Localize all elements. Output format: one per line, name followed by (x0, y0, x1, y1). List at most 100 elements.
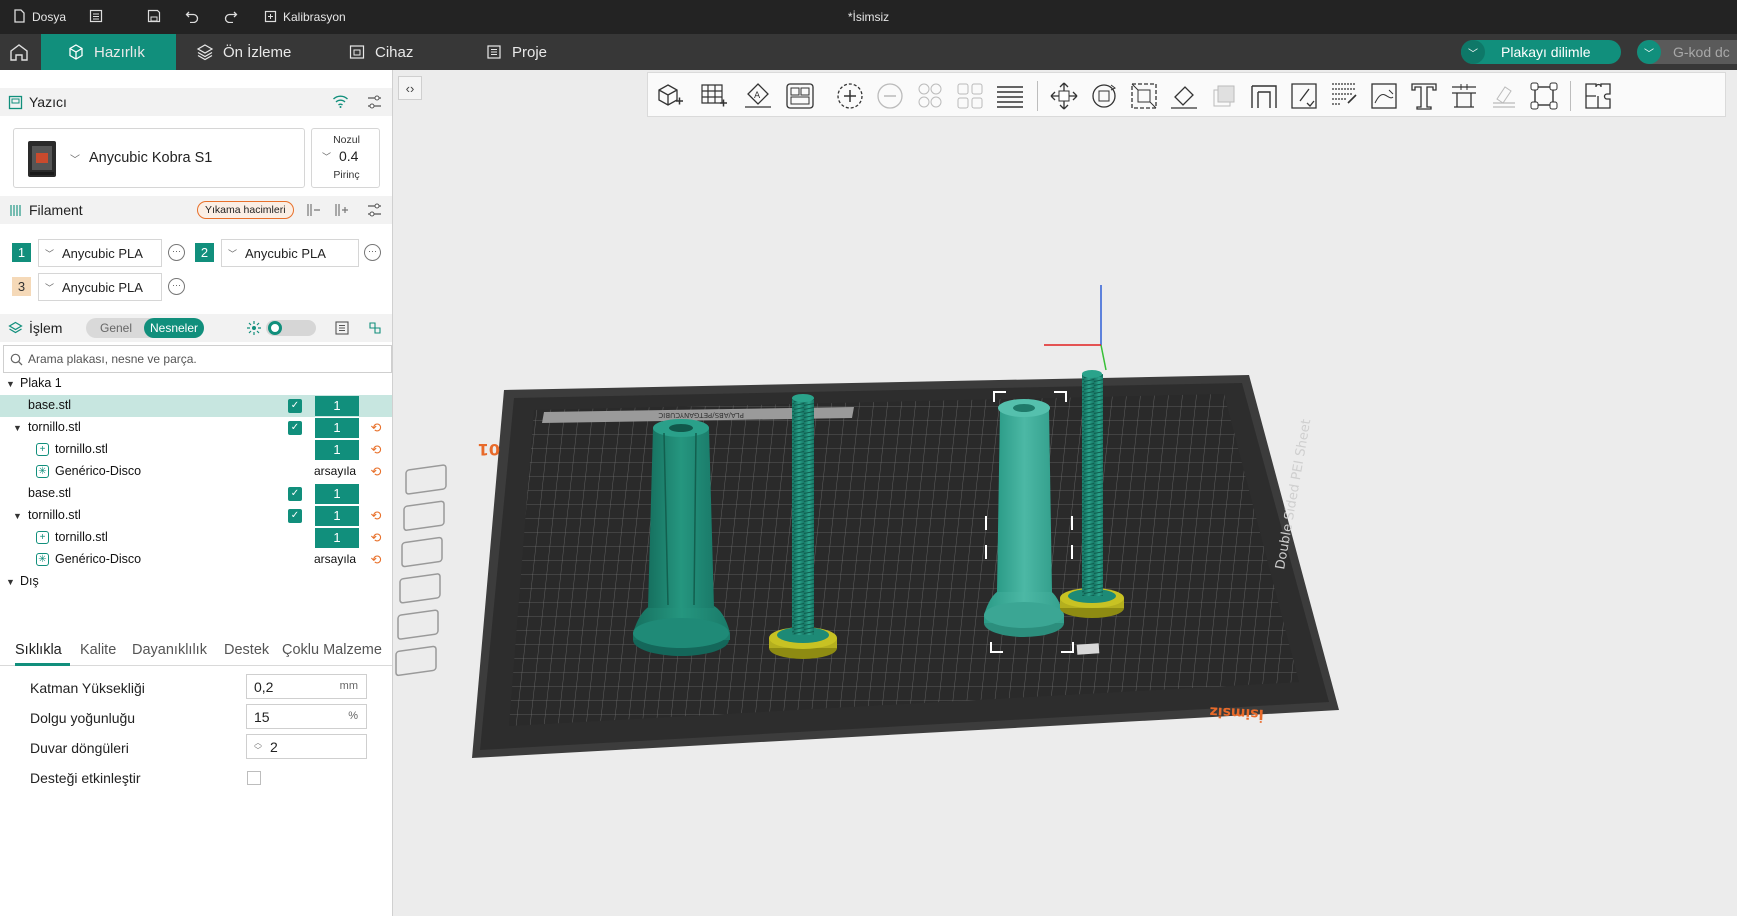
advanced-toggle[interactable] (266, 320, 316, 336)
home-icon (10, 44, 28, 61)
tree-outside-row[interactable]: ▼ Dış (0, 571, 392, 593)
tab-bar: Hazırlık Ön İzleme Cihaz Proje ﹀ Plakayı… (0, 34, 1737, 70)
filament-selector-3[interactable]: ﹀ Anycubic PLA (38, 273, 162, 301)
y-axis (1100, 344, 1107, 371)
filament-slot-number: 2 (195, 243, 214, 262)
3d-viewport[interactable]: ‹› A ANYCUBIC PLA/ABS/PETG 01 Double Sid… (394, 70, 1737, 916)
filament-selector-1[interactable]: ﹀ Anycubic PLA (38, 239, 162, 267)
tab-preview[interactable]: Ön İzleme (196, 34, 291, 70)
expand-arrow-icon[interactable]: ▼ (13, 511, 22, 521)
visibility-checkbox[interactable]: ✓ (288, 487, 302, 501)
process-section-title: İşlem (29, 320, 63, 336)
active-tab-indicator (15, 663, 70, 666)
tab-strength[interactable]: Dayanıklılık (132, 642, 207, 658)
menu-icon (89, 9, 103, 25)
visibility-checkbox[interactable]: ✓ (288, 421, 302, 435)
tree-row[interactable]: base.stl ✓ 1 (0, 395, 392, 417)
list-view-icon[interactable] (334, 320, 350, 336)
more-options-icon[interactable]: ··· (168, 244, 185, 261)
tree-plate-row[interactable]: ▼ Plaka 1 (0, 373, 392, 395)
infill-density-input[interactable]: 15 % (246, 704, 367, 729)
nozzle-selector[interactable]: Nozul ﹀ 0.4 Pirinç (311, 128, 380, 188)
extruder-badge[interactable]: 1 (315, 418, 359, 438)
tree-row[interactable]: ✳ Genérico-Disco arsayıla ⟲ (0, 549, 392, 571)
more-options-icon[interactable]: ··· (364, 244, 381, 261)
tab-project-label: Proje (512, 43, 548, 61)
chevron-down-icon[interactable]: ﹀ (1461, 40, 1485, 64)
tab-preview-label: Ön İzleme (223, 43, 292, 61)
extruder-badge[interactable]: 1 (315, 440, 359, 460)
tab-project[interactable]: Proje (485, 34, 547, 70)
tab-support[interactable]: Destek (224, 642, 269, 658)
part-icon: + (36, 443, 49, 456)
enable-support-checkbox[interactable] (247, 771, 261, 785)
home-button[interactable] (8, 42, 30, 62)
wifi-icon[interactable] (332, 94, 349, 109)
add-filament-icon[interactable] (334, 202, 350, 218)
reset-icon[interactable]: ⟲ (368, 552, 384, 568)
tree-row[interactable]: + tornillo.stl 1 ⟲ (0, 439, 392, 461)
printer-selector[interactable]: ﹀ Anycubic Kobra S1 (13, 128, 305, 188)
export-gcode-label: G-kod dc (1673, 44, 1730, 60)
mode-objects[interactable]: Nesneler (144, 318, 204, 338)
filament-selector-2[interactable]: ﹀ Anycubic PLA (221, 239, 359, 267)
menu-button[interactable] (89, 0, 103, 34)
filament-settings-icon[interactable] (366, 202, 383, 218)
tab-device[interactable]: Cihaz (348, 34, 413, 70)
visibility-checkbox[interactable]: ✓ (288, 399, 302, 413)
remove-filament-icon[interactable] (306, 202, 322, 218)
layers-icon (8, 321, 23, 333)
file-menu[interactable]: Dosya (13, 0, 66, 34)
layer-height-input[interactable]: 0,2 mm (246, 674, 367, 699)
plate-brand-label: ANYCUBIC (658, 411, 694, 419)
tree-row[interactable]: ▼ tornillo.stl ✓ 1 ⟲ (0, 505, 392, 527)
tree-row[interactable]: ✳ Genérico-Disco arsayıla ⟲ (0, 461, 392, 483)
expand-arrow-icon[interactable]: ▼ (6, 577, 15, 587)
reset-icon[interactable]: ⟲ (368, 442, 384, 458)
reset-icon[interactable]: ⟲ (368, 464, 384, 480)
outside-label: Dış (20, 574, 39, 588)
expand-arrow-icon[interactable]: ▼ (13, 423, 22, 433)
advanced-icon[interactable] (246, 320, 262, 336)
modifier-icon: ✳ (36, 465, 49, 478)
reset-icon[interactable]: ⟲ (368, 530, 384, 546)
calibration-icon (264, 10, 277, 25)
export-gcode-button[interactable]: ﹀ G-kod dc (1637, 40, 1737, 64)
nozzle-material: Pirinç (333, 169, 360, 181)
tree-row[interactable]: ▼ tornillo.stl ✓ 1 ⟲ (0, 417, 392, 439)
tab-quality[interactable]: Kalite (80, 642, 116, 658)
flush-volumes-button[interactable]: Yıkama hacimleri (197, 201, 294, 219)
visibility-checkbox[interactable]: ✓ (288, 509, 302, 523)
calibration-menu[interactable]: Kalibrasyon (264, 0, 346, 34)
extruder-badge[interactable]: 1 (315, 528, 359, 548)
chevron-down-icon[interactable]: ﹀ (1637, 40, 1661, 64)
wall-loops-stepper[interactable]: ︿ ﹀ 2 (246, 734, 367, 759)
more-options-icon[interactable]: ··· (168, 278, 185, 295)
extruder-badge[interactable]: 1 (315, 396, 359, 416)
infill-density-value: 15 (254, 708, 270, 725)
reset-icon[interactable]: ⟲ (368, 420, 384, 436)
tab-multimaterial[interactable]: Çoklu Malzeme (282, 642, 382, 658)
mode-general[interactable]: Genel (86, 318, 146, 338)
build-plate-scene[interactable]: ANYCUBIC PLA/ABS/PETG 01 Double Sided PE… (394, 70, 1737, 916)
expand-arrow-icon[interactable]: ▼ (6, 379, 15, 389)
reset-icon[interactable]: ⟲ (368, 508, 384, 524)
plate-side-controls[interactable] (395, 464, 447, 677)
save-button[interactable] (147, 0, 161, 34)
extruder-badge[interactable]: 1 (315, 484, 359, 504)
modifier-value: arsayıla (314, 552, 357, 566)
tab-prepare[interactable]: Hazırlık (41, 34, 176, 70)
stepper-arrows-icon[interactable]: ︿ ﹀ (254, 738, 262, 755)
part-name: tornillo.stl (55, 442, 108, 456)
compare-icon[interactable] (367, 320, 383, 336)
tree-row[interactable]: base.stl ✓ 1 (0, 483, 392, 505)
settings-sliders-icon[interactable] (366, 94, 383, 110)
redo-button[interactable] (224, 0, 238, 34)
slice-plate-button[interactable]: ﹀ Plakayı dilimle (1461, 40, 1621, 64)
tree-row[interactable]: + tornillo.stl 1 ⟲ (0, 527, 392, 549)
undo-button[interactable] (185, 0, 199, 34)
slice-plate-label: Plakayı dilimle (1501, 44, 1591, 60)
object-search-input[interactable]: Arama plakası, nesne ve parça. (3, 345, 392, 373)
tab-frequent[interactable]: Sıklıkla (15, 642, 62, 658)
extruder-badge[interactable]: 1 (315, 506, 359, 526)
